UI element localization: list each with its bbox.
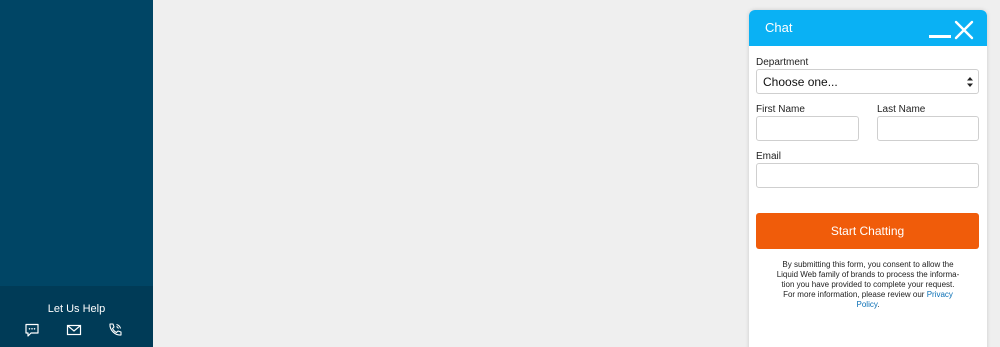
last-name-field[interactable]	[877, 116, 979, 141]
privacy-policy-link-part2[interactable]: Policy	[857, 300, 878, 309]
select-arrows-icon	[967, 77, 973, 87]
department-selected-value: Choose one...	[763, 74, 838, 89]
minimize-button[interactable]	[929, 22, 951, 40]
department-select[interactable]: Choose one...	[756, 69, 979, 94]
disclaimer-line: Policy.	[757, 300, 979, 310]
close-icon	[954, 20, 974, 40]
chat-bubble-icon[interactable]	[24, 322, 40, 338]
chat-widget: Chat Department Choose one... First Name…	[749, 10, 987, 347]
consent-disclaimer: By submitting this form, you consent to …	[757, 260, 979, 310]
email-field[interactable]	[756, 163, 979, 188]
disclaimer-line: For more information, please review our …	[757, 290, 979, 300]
help-icons	[0, 322, 153, 338]
first-name-label: First Name	[756, 104, 805, 115]
help-title: Let Us Help	[47, 303, 106, 315]
disclaimer-line: Liquid Web family of brands to process t…	[776, 270, 960, 279]
last-name-label: Last Name	[877, 104, 926, 115]
privacy-policy-link-part1[interactable]: Privacy	[927, 290, 953, 299]
phone-icon[interactable]	[107, 322, 123, 338]
disclaimer-line: tion you have provided to complete your …	[781, 280, 955, 289]
department-label: Department	[756, 57, 809, 68]
first-name-field[interactable]	[756, 116, 859, 141]
chat-header: Chat	[749, 10, 987, 46]
envelope-icon[interactable]	[66, 322, 82, 338]
disclaimer-period: .	[877, 300, 880, 309]
chat-title: Chat	[765, 20, 793, 35]
close-button[interactable]	[954, 20, 974, 40]
email-label: Email	[756, 151, 782, 162]
help-panel: Let Us Help	[0, 286, 153, 347]
disclaimer-line-text: For more information, please review our	[783, 290, 925, 299]
disclaimer-line: By submitting this form, you consent to …	[782, 260, 954, 269]
left-sidebar: Let Us Help	[0, 0, 153, 347]
minimize-icon	[929, 35, 951, 38]
start-chatting-button[interactable]: Start Chatting	[756, 213, 979, 249]
